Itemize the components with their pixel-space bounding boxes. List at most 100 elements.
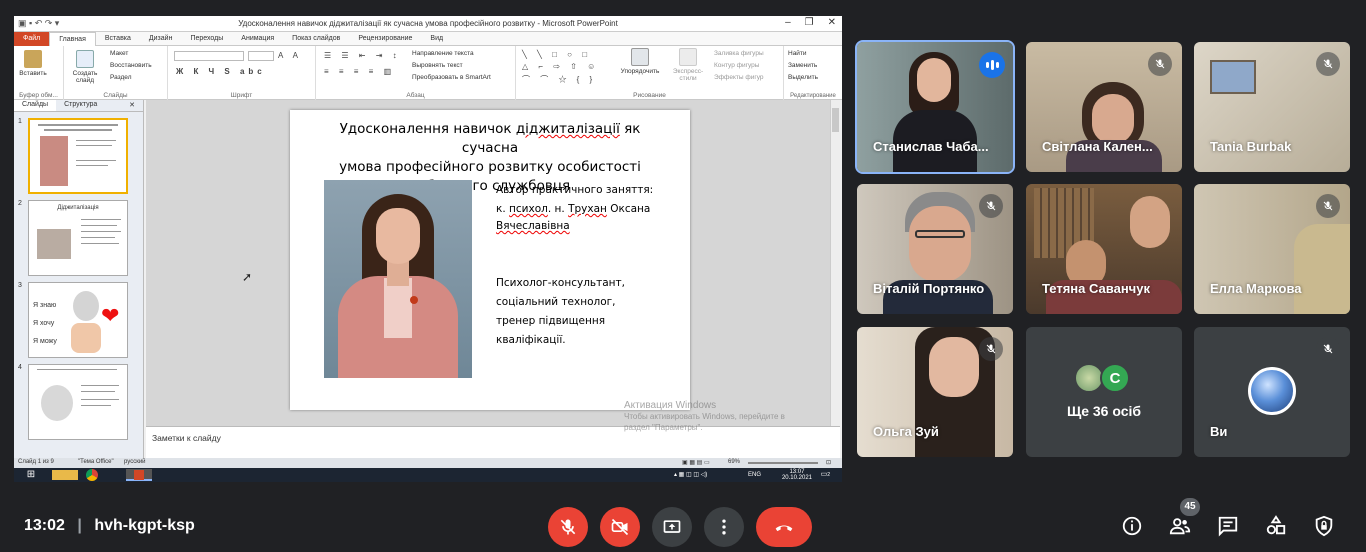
- thumb-text-line: [81, 219, 121, 220]
- tray-icons[interactable]: ▴ ▦ ◫ ◫ ◁): [674, 471, 707, 478]
- activities-button[interactable]: [1264, 514, 1288, 538]
- participant-tile[interactable]: Світлана Кален...: [1026, 42, 1182, 172]
- align-buttons[interactable]: ≡ ≡ ≡ ≡ ▥: [324, 67, 395, 76]
- microphone-toggle-button[interactable]: [548, 507, 588, 547]
- file-explorer-icon[interactable]: [52, 470, 78, 480]
- tab-review[interactable]: Рецензирование: [349, 32, 421, 46]
- meeting-code: hvh-kgpt-ksp: [94, 517, 195, 534]
- select-button[interactable]: Выделить: [788, 74, 818, 81]
- mic-off-icon: [979, 194, 1003, 218]
- close-pane-icon[interactable]: ✕: [121, 100, 143, 111]
- replace-button[interactable]: Заменить: [788, 62, 817, 69]
- maximize-icon[interactable]: ❐: [805, 17, 814, 28]
- create-slide-button[interactable]: Создать слайд: [68, 50, 102, 84]
- tab-animation[interactable]: Анимация: [232, 32, 283, 46]
- tab-slideshow[interactable]: Показ слайдов: [283, 32, 349, 46]
- fit-slide-icon[interactable]: ⊡: [826, 459, 831, 466]
- wall-map: [1210, 60, 1256, 94]
- zoom-level[interactable]: 69%: [728, 459, 740, 465]
- font-size-select[interactable]: [248, 51, 274, 61]
- tab-home[interactable]: Главная: [49, 32, 96, 46]
- tab-transitions[interactable]: Переходы: [181, 32, 232, 46]
- shape-fill-button[interactable]: Заливка фигуры: [714, 50, 764, 57]
- thumb-text-line: [81, 225, 117, 226]
- more-participants-tile[interactable]: C Ще 36 осіб: [1026, 327, 1182, 457]
- meeting-details-button[interactable]: [1120, 514, 1144, 538]
- participant-tile[interactable]: Станислав Чаба...: [855, 40, 1015, 174]
- tab-design[interactable]: Дизайн: [140, 32, 182, 46]
- layout-button[interactable]: Макет: [110, 50, 128, 57]
- participant-tile[interactable]: Віталій Портянко: [857, 184, 1013, 314]
- powerpoint-taskbar-icon[interactable]: [126, 469, 152, 481]
- phone-hangup-icon: [775, 525, 793, 532]
- participant-tile[interactable]: Tania Burbak: [1194, 42, 1350, 172]
- ppt-status-bar: Слайд 1 из 9 "Тема Office" русский ▣ ▦ ▤…: [14, 458, 842, 468]
- minimize-icon[interactable]: –: [785, 17, 791, 28]
- shapes-gallery[interactable]: ╲ ╲ □ ○ □: [522, 50, 591, 59]
- tab-file[interactable]: Файл: [14, 32, 50, 46]
- camera-toggle-button[interactable]: [600, 507, 640, 547]
- current-slide[interactable]: Удосконалення навичок діджиталізації як …: [290, 110, 690, 410]
- find-button[interactable]: Найти: [788, 50, 807, 57]
- font-size-grow-icon[interactable]: A A: [278, 51, 302, 60]
- participant-tile[interactable]: Тетяна Саванчук: [1026, 184, 1182, 314]
- smartart-button[interactable]: Преобразовать в SmartArt: [412, 74, 491, 81]
- shapes-gallery-row3[interactable]: ⌒ ⌒ ☆ { }: [522, 74, 596, 85]
- slide-thumbnail[interactable]: [28, 118, 128, 194]
- leave-call-button[interactable]: [756, 507, 812, 547]
- present-screen-button[interactable]: [652, 507, 692, 547]
- chrome-icon[interactable]: [86, 469, 98, 481]
- tab-slides[interactable]: Слайды: [14, 100, 57, 111]
- language-status[interactable]: русский: [124, 459, 146, 465]
- section-button[interactable]: Раздел: [110, 74, 131, 81]
- tab-insert[interactable]: Вставка: [96, 32, 140, 46]
- thumb-text-line: [76, 160, 116, 161]
- self-tile[interactable]: Ви: [1194, 327, 1350, 457]
- participant-tile[interactable]: Ольга Зуй: [857, 327, 1013, 457]
- arrange-button[interactable]: Упорядочить: [616, 48, 664, 75]
- chat-button[interactable]: [1216, 514, 1240, 538]
- tab-view[interactable]: Вид: [421, 32, 452, 46]
- notifications-icon[interactable]: ▭2: [821, 470, 830, 478]
- list-buttons[interactable]: ☰ ☰ ⇤ ⇥ ↕: [324, 51, 401, 60]
- close-icon[interactable]: ✕: [828, 17, 836, 28]
- windows-start-icon[interactable]: ⊞: [18, 469, 44, 481]
- paste-button[interactable]: Вставить: [18, 50, 48, 77]
- text-direction-button[interactable]: Направление текста: [412, 50, 474, 57]
- thumb-title-line: [38, 124, 118, 126]
- participant-tile[interactable]: Елла Маркова: [1194, 184, 1350, 314]
- shape-outline-button[interactable]: Контур фигуры: [714, 62, 759, 69]
- shapes-gallery-row2[interactable]: △ ⌐ ⇨ ⇧ ☺: [522, 62, 599, 71]
- font-style-buttons[interactable]: Ж К Ч S abc: [176, 67, 266, 76]
- slide-thumbnail[interactable]: [28, 364, 128, 440]
- thumb-text-line: [76, 165, 108, 166]
- thumb-text-line: [81, 231, 121, 232]
- thumb-head-graphic: [73, 291, 99, 321]
- shape-effects-button[interactable]: Эффекты фигур: [714, 74, 764, 81]
- font-name-select[interactable]: [174, 51, 244, 61]
- editor-scrollbar[interactable]: [830, 100, 840, 426]
- view-buttons[interactable]: ▣ ▦ ▤ ▭: [682, 459, 710, 466]
- author-photo[interactable]: [324, 180, 472, 378]
- restore-button[interactable]: Восстановить: [110, 62, 152, 69]
- glasses: [915, 230, 965, 238]
- shared-screen: ▣ ▪ ↶ ↷ ▾ Удосконалення навичок діджитал…: [14, 16, 842, 482]
- thumb-text-line: [76, 145, 112, 146]
- input-language[interactable]: ENG: [748, 472, 761, 478]
- slide-counter: Слайд 1 из 9: [18, 459, 54, 465]
- host-controls-button[interactable]: [1312, 514, 1336, 538]
- zoom-slider[interactable]: [748, 462, 818, 464]
- taskbar-clock[interactable]: 13:07 20.10.2021: [782, 469, 812, 481]
- avatar: [1248, 367, 1296, 415]
- slide-thumbnail[interactable]: Діджиталізація: [28, 200, 128, 276]
- slide-thumbnail[interactable]: Я знаю Я хочу Я можу ❤: [28, 282, 128, 358]
- author-text[interactable]: Автор практичного заняття: к. психол. н.…: [496, 182, 653, 235]
- align-text-button[interactable]: Выровнять текст: [412, 62, 463, 69]
- role-text[interactable]: Психолог-консультант, соціальний техноло…: [496, 274, 625, 350]
- tab-outline[interactable]: Структура: [56, 100, 105, 111]
- participants-button[interactable]: [1168, 514, 1192, 538]
- theme-name: "Тема Office": [78, 459, 114, 465]
- more-options-button[interactable]: [704, 507, 744, 547]
- quick-styles-button[interactable]: Экспресс-стили: [666, 48, 710, 82]
- speaking-indicator-icon: [979, 52, 1005, 78]
